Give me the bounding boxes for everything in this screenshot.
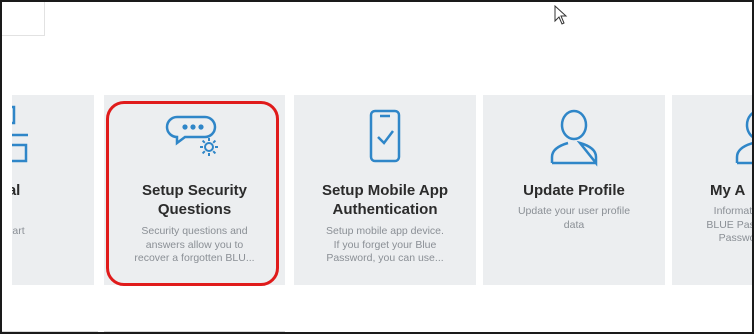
tile-title: Setup Security Questions	[141, 182, 248, 218]
user-profile-icon	[550, 109, 598, 167]
tile-title: ational rt	[12, 182, 21, 199]
tile-title: Update Profile	[523, 182, 625, 199]
tile-update-profile[interactable]: Update Profile Update your user profile …	[483, 95, 665, 285]
tile-description: Informatio BLUE Passw Passwo	[706, 205, 754, 244]
mouse-cursor-icon	[554, 5, 568, 25]
tile-description: Security questions and answers allow you…	[134, 225, 255, 264]
tile-my-account[interactable]: My A Informatio BLUE Passw Passwo	[672, 95, 754, 285]
divider	[104, 331, 285, 332]
org-chart-icon	[12, 105, 28, 163]
divider	[2, 331, 98, 332]
chat-gear-icon	[165, 115, 218, 156]
tile-organizational-chart[interactable]: ational rt nal Chart	[12, 95, 94, 285]
tile-description: Update your user profile data	[517, 205, 631, 231]
tile-setup-security-questions[interactable]: Setup Security Questions Security questi…	[104, 95, 285, 285]
screenshot-frame: ational rt nal Chart Setup Security Ques…	[0, 0, 754, 334]
tile-title: My A	[710, 182, 746, 199]
tile-title: Setup Mobile App Authentication	[321, 182, 449, 218]
tile-description: nal Chart	[12, 225, 25, 237]
tile-description: Setup mobile app device. If you forget y…	[326, 225, 444, 264]
top-panel	[2, 2, 45, 36]
tile-setup-mobile-app-authentication[interactable]: Setup Mobile App Authentication Setup mo…	[294, 95, 476, 285]
mobile-check-icon	[369, 109, 401, 163]
user-profile-icon	[735, 112, 752, 165]
